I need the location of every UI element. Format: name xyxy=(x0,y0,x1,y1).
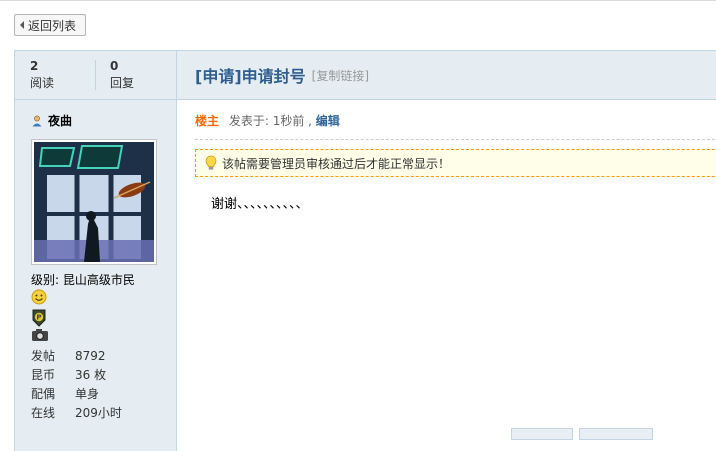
meta-divider xyxy=(195,139,716,140)
avatar-image xyxy=(34,142,154,262)
info-key: 配偶 xyxy=(31,387,56,401)
thread-title-bar: [申请]申请封号 [复制链接] xyxy=(177,51,716,100)
author-name-text: 夜曲 xyxy=(48,114,73,128)
bottom-button-2[interactable] xyxy=(579,428,653,440)
post-content: [申请]申请封号 [复制链接] 楼主 发表于: 1秒前 , 编辑 该帖需要管理员… xyxy=(177,51,716,451)
info-value[interactable]: 8792 xyxy=(75,349,106,363)
views-stat: 2 阅读 xyxy=(30,59,54,91)
bottom-button-1[interactable] xyxy=(511,428,573,440)
user-sidebar: 2 阅读 0 回复 夜曲 级别: 昆山高级市民 P 发帖 8792 昆币 36 … xyxy=(15,51,177,451)
thread-container: 2 阅读 0 回复 夜曲 级别: 昆山高级市民 P 发帖 8792 昆币 36 … xyxy=(14,50,716,451)
lightbulb-icon xyxy=(205,155,217,170)
notice-text: 该帖需要管理员审核通过后才能正常显示！ xyxy=(222,156,451,171)
replies-count: 0 xyxy=(110,59,119,73)
info-key: 昆币 xyxy=(31,368,56,382)
info-value: 36 枚 xyxy=(75,368,107,382)
info-key: 在线 xyxy=(31,406,56,420)
posted-time: 发表于: 1秒前 , xyxy=(228,114,312,128)
stats-divider xyxy=(95,60,96,90)
post-body: 谢谢、、、、、、、、、、 xyxy=(211,197,309,212)
camera-icon xyxy=(32,329,48,341)
user-icon xyxy=(32,115,42,126)
smiley-icon xyxy=(31,289,47,305)
info-value: 单身 xyxy=(75,387,100,401)
p-medal-icon: P xyxy=(32,309,46,327)
thread-stats: 2 阅读 0 回复 xyxy=(15,51,176,100)
svg-text:P: P xyxy=(36,314,41,322)
copy-link-button[interactable]: [复制链接] xyxy=(312,67,369,84)
back-to-list-button[interactable]: 返回列表 xyxy=(14,14,86,36)
replies-stat: 0 回复 xyxy=(110,59,134,91)
info-coins: 昆币 36 枚 xyxy=(31,366,106,383)
floor-label: 楼主 xyxy=(195,114,220,128)
edit-link[interactable]: 编辑 xyxy=(316,114,340,128)
thread-title[interactable]: [申请]申请封号 xyxy=(195,63,306,87)
top-divider xyxy=(0,0,716,1)
back-to-list-label: 返回列表 xyxy=(28,18,77,33)
info-posts: 发帖 8792 xyxy=(31,347,106,364)
info-key: 发帖 xyxy=(31,349,56,363)
user-level: 级别: 昆山高级市民 xyxy=(31,273,135,287)
avatar-picture xyxy=(34,142,154,262)
moderation-notice: 该帖需要管理员审核通过后才能正常显示！ xyxy=(195,149,716,177)
author-name[interactable]: 夜曲 xyxy=(31,112,72,129)
replies-label: 回复 xyxy=(110,76,135,90)
info-spouse: 配偶 单身 xyxy=(31,385,99,402)
post-meta: 楼主 发表于: 1秒前 , 编辑 xyxy=(195,112,340,129)
triangle-left-icon xyxy=(20,21,24,29)
info-value: 209小时 xyxy=(75,406,122,420)
info-online: 在线 209小时 xyxy=(31,404,122,421)
views-count: 2 xyxy=(30,59,39,73)
views-label: 阅读 xyxy=(30,76,55,90)
avatar[interactable] xyxy=(31,139,157,265)
